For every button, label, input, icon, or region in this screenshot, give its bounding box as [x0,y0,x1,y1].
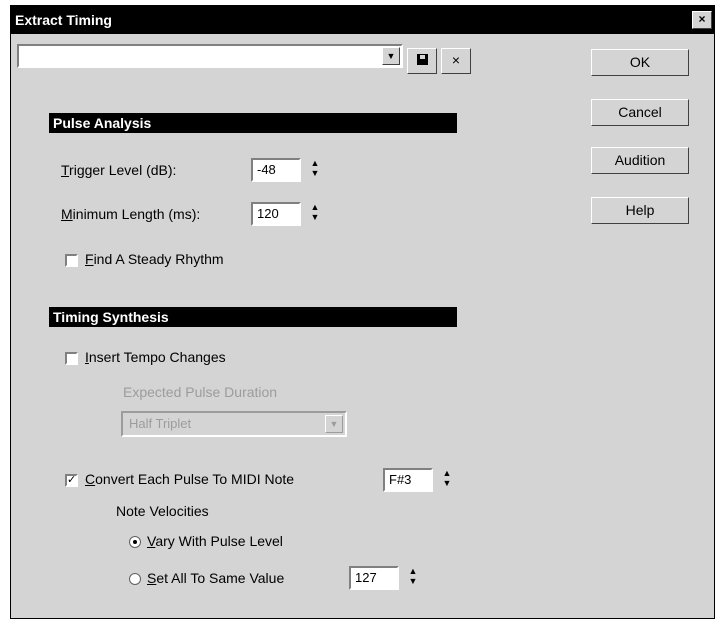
trigger-level-label: Trigger Level (dB): [61,162,177,178]
spin-down-icon[interactable]: ▼ [309,212,321,222]
vary-label: Vary With Pulse Level [147,533,283,549]
help-button[interactable]: Help [591,197,689,224]
spin-down-icon[interactable]: ▼ [309,168,321,178]
timing-synthesis-header: Timing Synthesis [49,307,457,327]
spin-down-icon[interactable]: ▼ [407,576,419,586]
preset-combo[interactable]: ▼ [17,44,403,68]
insert-tempo-label: Insert Tempo Changes [85,349,226,365]
vary-radio[interactable] [129,536,141,548]
spin-up-icon[interactable]: ▲ [309,202,321,212]
title-bar[interactable]: Extract Timing × [11,6,714,34]
convert-pulse-label: Convert Each Pulse To MIDI Note [85,471,295,487]
floppy-disk-icon [416,54,428,65]
audition-button[interactable]: Audition [591,147,689,174]
expected-pulse-label: Expected Pulse Duration [123,384,278,400]
midi-note-spinner[interactable]: ▲ ▼ [441,468,453,492]
trigger-level-input[interactable]: -48 [251,158,301,182]
same-value-spinner[interactable]: ▲ ▼ [407,566,419,590]
steady-rhythm-label: Find A Steady Rhythm [85,251,224,267]
steady-rhythm-checkbox[interactable] [65,254,78,267]
save-preset-button[interactable] [407,48,437,74]
radio-dot-icon [133,540,137,544]
spin-up-icon[interactable]: ▲ [441,468,453,478]
dropdown-arrow-icon[interactable]: ▼ [382,47,400,65]
spin-up-icon[interactable]: ▲ [309,158,321,168]
extract-timing-dialog: Extract Timing × ▼ × OK Cancel Audition … [10,5,715,619]
minimum-length-spinner[interactable]: ▲ ▼ [309,202,321,226]
spin-down-icon[interactable]: ▼ [441,478,453,488]
minimum-length-label: Minimum Length (ms): [61,206,201,222]
set-all-radio[interactable] [129,573,141,585]
delete-preset-button[interactable]: × [441,48,471,74]
midi-note-input[interactable]: F#3 [383,468,433,492]
convert-pulse-checkbox[interactable]: ✓ [65,474,78,487]
checkmark-icon: ✓ [67,474,77,486]
minimum-length-input[interactable]: 120 [251,202,301,226]
pulse-analysis-header: Pulse Analysis [49,113,457,133]
trigger-level-spinner[interactable]: ▲ ▼ [309,158,321,182]
note-velocities-label: Note Velocities [116,503,209,519]
set-all-label: Set All To Same Value [147,570,285,586]
same-value-input[interactable]: 127 [349,566,399,590]
insert-tempo-checkbox[interactable] [65,352,78,365]
expected-pulse-combo: Half Triplet ▼ [121,411,347,437]
ok-button[interactable]: OK [591,49,689,76]
spin-up-icon[interactable]: ▲ [407,566,419,576]
cancel-button[interactable]: Cancel [591,99,689,126]
dropdown-arrow-icon: ▼ [325,415,343,433]
expected-pulse-value: Half Triplet [129,416,192,431]
window-title: Extract Timing [15,12,112,28]
close-button[interactable]: × [692,11,712,29]
